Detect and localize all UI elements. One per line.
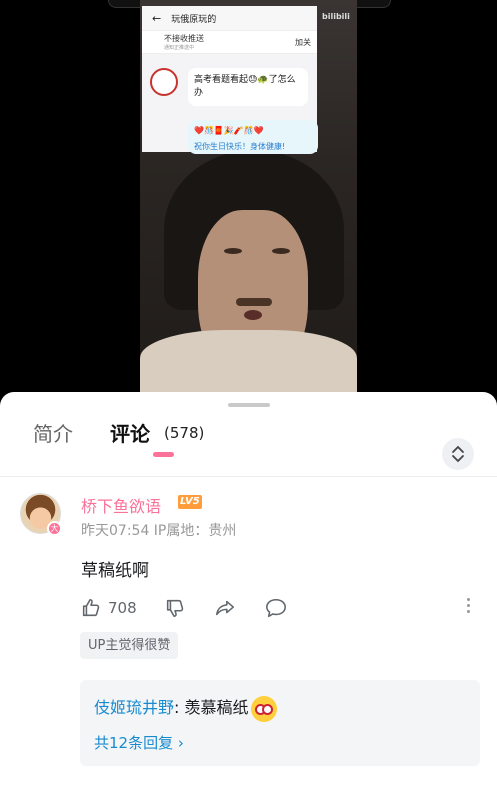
screenshot-bar-label: 不接收推送 — [164, 34, 204, 43]
screenshot-bar: 不接收推送 通知正推送中 加关 — [142, 30, 317, 54]
reply-preview[interactable]: 伎姬琉井野: 羡慕稿纸 共12条回复 › — [80, 680, 480, 766]
active-tab-indicator — [153, 452, 174, 457]
share-button[interactable] — [214, 596, 236, 620]
reply-username[interactable]: 伎姬琉井野 — [94, 698, 174, 717]
like-button[interactable]: 708 — [80, 596, 137, 620]
comment-sheet: 简介 评论 (578) 大 桥下鱼欲语 LV5 昨天07:54 IP属地：贵州 … — [0, 392, 497, 800]
chevron-up-down-icon — [452, 445, 464, 463]
comment-bubble-icon — [266, 598, 286, 618]
tab-intro[interactable]: 简介 — [33, 418, 73, 447]
reply-line: 伎姬琉井野: 羡慕稿纸 — [94, 694, 277, 722]
screenshot-avatar — [150, 68, 178, 96]
reply-text: 羡慕稿纸 — [184, 698, 249, 717]
back-arrow-icon: ← — [152, 11, 162, 25]
drag-handle[interactable] — [228, 403, 270, 407]
mouth — [244, 310, 262, 320]
reply-separator: : — [174, 698, 185, 717]
thumbs-up-icon — [82, 598, 100, 617]
comment-username[interactable]: 桥下鱼欲语 — [81, 493, 161, 517]
comment-meta: 昨天07:54 IP属地：贵州 — [81, 523, 237, 539]
screenshot-message-2-text: 祝你生日快乐！身体健康! — [194, 142, 286, 151]
right-eye — [272, 248, 290, 254]
view-replies-link[interactable]: 共12条回复 › — [94, 732, 184, 753]
tab-bar: 简介 评论 (578) — [0, 416, 497, 476]
level-badge: LV5 — [178, 495, 202, 509]
more-options-icon[interactable] — [466, 598, 470, 616]
screenshot-header: ← 玩俄原玩的 — [142, 6, 317, 30]
avatar-badge: 大 — [47, 521, 62, 536]
shirt — [140, 330, 357, 400]
comment-text: 草稿纸啊 — [81, 561, 149, 581]
divider — [0, 476, 497, 477]
left-eye — [224, 248, 242, 254]
screenshot-message-2-emojis: ❤️🎊🧧🎉🧨🎊❤️ — [194, 126, 264, 135]
share-icon — [215, 600, 235, 616]
tab-comments[interactable]: 评论 — [110, 418, 150, 447]
chat-screenshot-overlay: ← 玩俄原玩的 不接收推送 通知正推送中 加关 高考看题看起😓🐢了怎么办 ❤️🎊… — [142, 6, 318, 154]
collapse-button[interactable] — [442, 438, 474, 470]
screenshot-message-2: ❤️🎊🧧🎉🧨🎊❤️ 祝你生日快乐！身体健康! — [188, 120, 318, 154]
video-frame: ← 玩俄原玩的 不接收推送 通知正推送中 加关 高考看题看起😓🐢了怎么办 ❤️🎊… — [140, 0, 357, 400]
comments-count: (578) — [164, 424, 205, 442]
reply-button[interactable] — [264, 596, 288, 620]
screenshot-bar-right: 加关 — [295, 37, 311, 47]
shocked-emoji-icon — [250, 695, 277, 722]
video-player[interactable]: ← 玩俄原玩的 不接收推送 通知正推送中 加关 高考看题看起😓🐢了怎么办 ❤️🎊… — [0, 0, 497, 410]
screenshot-bar-sub: 通知正推送中 — [164, 45, 195, 51]
screenshot-title: 玩俄原玩的 — [171, 14, 217, 25]
screenshot-message: 高考看题看起😓🐢了怎么办 — [188, 68, 308, 106]
up-liked-badge: UP主觉得很赞 — [80, 632, 179, 659]
dislike-button[interactable] — [164, 596, 186, 620]
like-count: 708 — [108, 599, 137, 617]
bilibili-watermark: bilibili — [322, 12, 350, 21]
mustache — [236, 298, 272, 306]
comment-actions: 708 — [80, 596, 480, 620]
thumbs-down-icon — [166, 599, 184, 618]
